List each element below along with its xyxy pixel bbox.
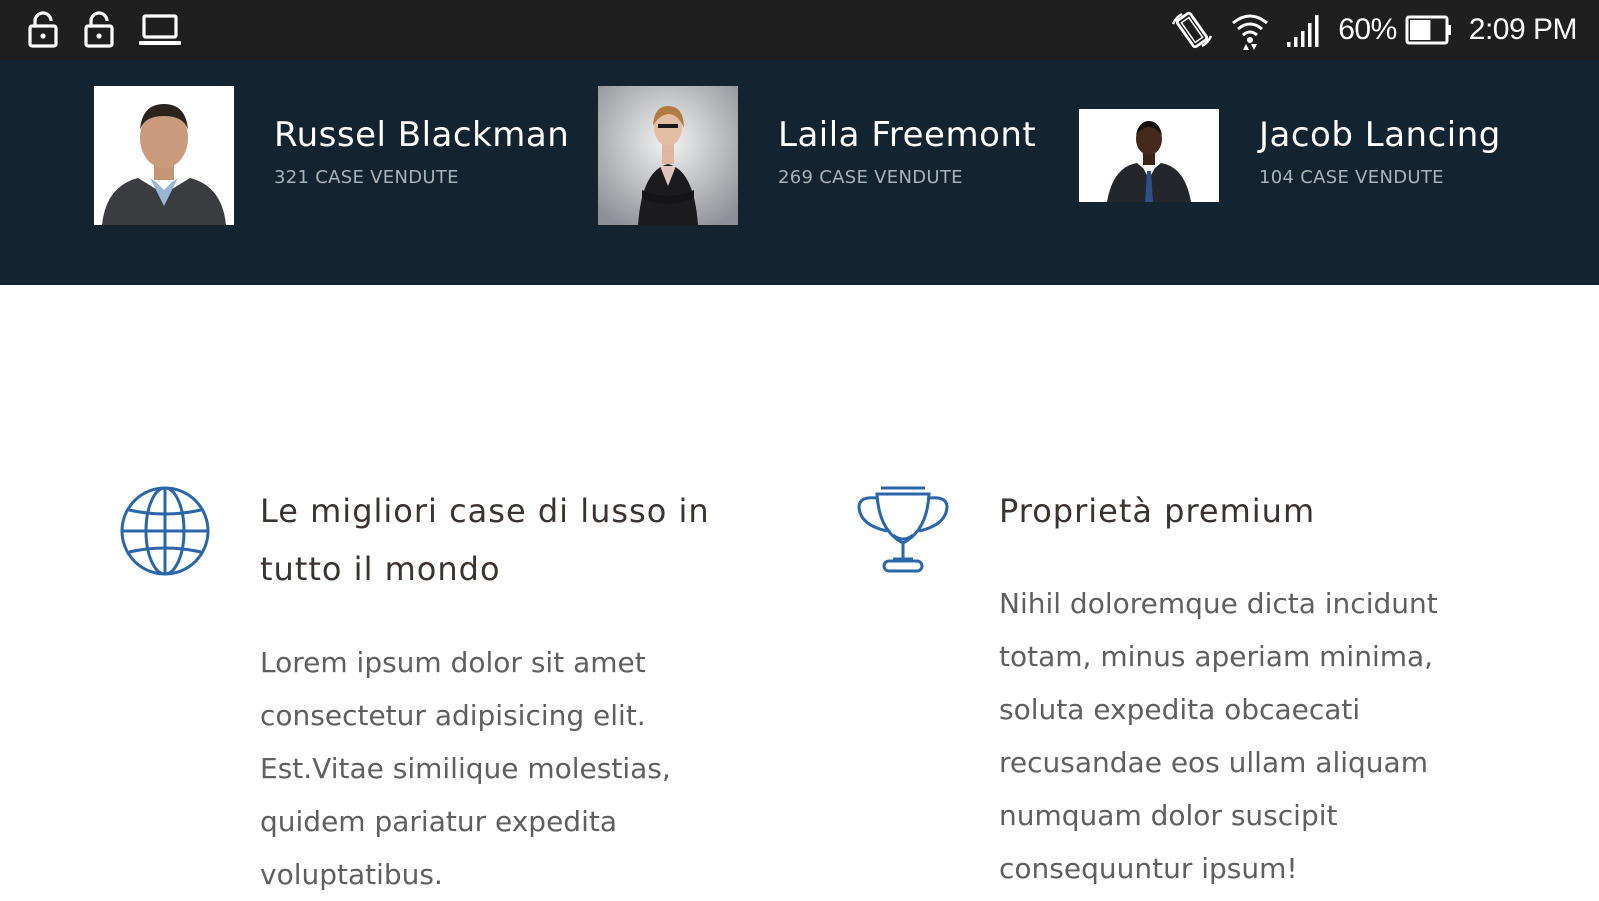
agent-sales-count: 321 CASE VENDUTE [274, 167, 459, 188]
man-portrait-image [1079, 109, 1219, 202]
status-bar: 60% 2:09 PM [0, 0, 1599, 60]
globe-icon [120, 486, 210, 576]
feature-description: Nihil doloremque dicta incidunt totam, m… [999, 587, 1438, 885]
lock-icon [84, 11, 114, 48]
signal-icon [1287, 15, 1319, 47]
agent-photo[interactable] [1079, 109, 1219, 202]
auto-rotate-icon [1172, 11, 1213, 49]
agent-photo[interactable] [598, 86, 738, 225]
status-clock: 2:09 PM [1468, 13, 1578, 46]
battery-percent: 60% [1338, 13, 1397, 46]
agents-band: Russel Blackman 321 CASE VENDUTE Laila F… [0, 60, 1599, 285]
battery-icon [1405, 15, 1451, 45]
agent-name[interactable]: Laila Freemont [778, 115, 1036, 155]
feature-title: Le migliori case di lusso in tutto il mo… [260, 492, 710, 588]
wifi-icon [1232, 14, 1269, 50]
agent-sales-count: 104 CASE VENDUTE [1259, 167, 1444, 188]
agent-name[interactable]: Russel Blackman [274, 115, 569, 155]
agent-sales-count: 269 CASE VENDUTE [778, 167, 963, 188]
agent-photo[interactable] [94, 86, 234, 225]
battery-fill [1409, 20, 1431, 40]
agent-name[interactable]: Jacob Lancing [1259, 115, 1501, 155]
woman-portrait-image [598, 86, 738, 225]
man-portrait-image [94, 86, 234, 225]
feature-title: Proprietà premium [999, 492, 1316, 530]
feature-description: Lorem ipsum dolor sit amet consectetur a… [260, 646, 671, 891]
lock-icon [28, 11, 58, 48]
laptop-icon [139, 14, 181, 45]
status-left-icons [26, 10, 204, 48]
trophy-icon [857, 486, 949, 573]
status-right-icons: 60% 2:09 PM [1170, 0, 1578, 60]
